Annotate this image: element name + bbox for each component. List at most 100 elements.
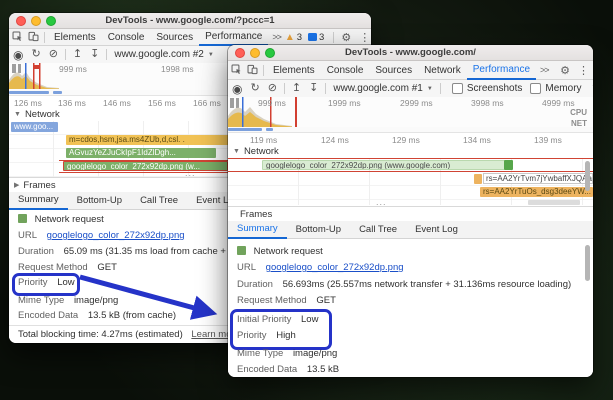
load-profile-icon[interactable]: ↥	[288, 83, 305, 94]
pane-resize-handle[interactable]: ...	[185, 169, 196, 178]
summary-pane: Network request URL googlelogo_color_272…	[228, 239, 593, 377]
more-tabs-icon[interactable]: >>	[268, 32, 285, 42]
devtools-tabbar: Elements Console Sources Performance >> …	[9, 29, 371, 46]
close-window-button[interactable]	[16, 15, 26, 26]
divider	[64, 49, 66, 60]
summary-duration-row: Duration 56.693ms (25.557ms network tran…	[237, 279, 572, 290]
summary-method-row: Request Method GET	[18, 262, 117, 273]
summary-url-row: URL googlelogo_color_272x92dp.png	[18, 230, 185, 241]
network-request-color-swatch	[18, 214, 27, 223]
timeline-overview[interactable]: 999 ms 1999 ms 2999 ms 3998 ms 4999 ms C…	[228, 97, 593, 128]
triangle-down-icon: ▼	[14, 111, 21, 118]
summary-priority-row: Priority High	[237, 330, 296, 341]
clear-button[interactable]: ⊘	[45, 49, 62, 60]
tab-bottom-up[interactable]: Bottom-Up	[287, 221, 350, 238]
kebab-menu-icon[interactable]: ⋮	[574, 64, 593, 77]
summary-legend: Network request	[18, 214, 104, 225]
memory-checkbox[interactable]: Memory	[530, 83, 582, 94]
screenshots-checkbox[interactable]: Screenshots	[451, 83, 522, 94]
network-section-header[interactable]: ▼ Network	[228, 145, 593, 158]
network-request-label[interactable]: rs=AA2YrTvm7jYwbaffXJQAa...	[483, 173, 593, 184]
reload-and-record-button[interactable]: ↻	[246, 83, 263, 94]
settings-gear-icon[interactable]: ⚙	[556, 64, 574, 77]
bar-end-cap	[504, 160, 513, 170]
trash-icon[interactable]	[589, 83, 593, 94]
tab-performance[interactable]: Performance	[466, 60, 537, 80]
network-request-bar[interactable]: AGvuzYeZJuCkIpF1IdZlDgh...	[66, 148, 216, 158]
more-tabs-icon[interactable]: >>	[536, 65, 553, 75]
tab-performance[interactable]: Performance	[199, 28, 269, 46]
tab-console[interactable]: Console	[102, 29, 151, 45]
tab-elements[interactable]: Elements	[267, 61, 321, 79]
desktop-background: DevTools - www.google.com/?pccc=1 Elemen…	[0, 0, 613, 400]
issues-icon	[308, 33, 318, 41]
save-profile-icon[interactable]: ↧	[86, 49, 103, 60]
tab-network[interactable]: Network	[418, 61, 467, 79]
settings-gear-icon[interactable]: ⚙	[337, 31, 355, 44]
profile-select[interactable]: www.google.com #2 ▼	[110, 49, 217, 60]
network-request-bar[interactable]: rs=AA2YrTuOs_dsg3deeYW...	[480, 187, 593, 197]
inspect-element-icon[interactable]	[9, 31, 25, 42]
window-title: DevTools - www.google.com/?pccc=1	[105, 15, 275, 26]
load-profile-icon[interactable]: ↥	[69, 49, 86, 60]
network-request-bar[interactable]	[474, 174, 482, 184]
divider	[263, 64, 264, 76]
device-toolbar-icon[interactable]	[25, 31, 41, 42]
window-title: DevTools - www.google.com/	[345, 47, 476, 58]
reload-and-record-button[interactable]: ↻	[27, 49, 44, 60]
close-window-button[interactable]	[235, 47, 245, 58]
clear-button[interactable]: ⊘	[264, 83, 281, 94]
titlebar: DevTools - www.google.com/?pccc=1	[9, 13, 371, 29]
summary-legend: Network request	[237, 246, 323, 257]
tab-call-tree[interactable]: Call Tree	[350, 221, 406, 238]
summary-encoded-row: Encoded Data 13.5 kB (from cache)	[18, 310, 177, 321]
issues-badge[interactable]: 3	[308, 32, 324, 43]
performance-toolbar: ◉ ↻ ⊘ ↥ ↧ www.google.com #1 ▼ Screenshot…	[228, 80, 593, 98]
cpu-overview-chart	[9, 63, 59, 89]
tab-sources[interactable]: Sources	[369, 61, 418, 79]
minimize-window-button[interactable]	[250, 47, 260, 58]
warnings-badge[interactable]: ▲ 3	[285, 32, 302, 43]
selection-line	[228, 158, 593, 159]
url-link[interactable]: googlelogo_color_272x92dp.png	[266, 262, 404, 273]
network-request-color-swatch	[237, 246, 246, 255]
tab-summary[interactable]: Summary	[228, 220, 287, 239]
network-row-partial	[528, 200, 580, 205]
chevron-down-icon: ▼	[426, 85, 433, 92]
kebab-menu-icon[interactable]: ⋮	[355, 31, 371, 44]
pane-resize-handle[interactable]: ...	[376, 198, 387, 207]
tab-event-log[interactable]: Event Log	[406, 221, 467, 238]
checkbox-icon	[451, 83, 463, 94]
chevron-down-icon: ▼	[207, 51, 214, 58]
record-button[interactable]: ◉	[228, 83, 246, 95]
summary-url-row: URL googlelogo_color_272x92dp.png	[237, 262, 404, 273]
tab-sources[interactable]: Sources	[150, 29, 199, 45]
divider	[333, 31, 335, 43]
checkbox-icon	[530, 83, 542, 94]
summary-scrollbar-thumb[interactable]	[585, 245, 590, 281]
titlebar: DevTools - www.google.com/	[228, 45, 593, 61]
network-request-bar-selected[interactable]: googlelogo_color_272x92dp.png (w...	[63, 161, 228, 171]
device-toolbar-icon[interactable]	[244, 64, 260, 75]
tab-call-tree[interactable]: Call Tree	[131, 192, 187, 209]
record-button[interactable]: ◉	[9, 49, 27, 61]
zoom-window-button[interactable]	[265, 47, 275, 58]
network-request-bar[interactable]: m=cdos,hsm,jsa.ms4ZUb,d,csl. .	[66, 135, 229, 145]
divider	[283, 83, 285, 94]
tab-summary[interactable]: Summary	[9, 191, 68, 210]
tab-console[interactable]: Console	[321, 61, 370, 79]
inspect-element-icon[interactable]	[228, 64, 244, 75]
profile-select[interactable]: www.google.com #1 ▼	[329, 83, 436, 94]
network-request-bar-selected[interactable]: googlelogo_color_272x92dp.png (www.googl…	[262, 160, 505, 170]
warning-icon: ▲	[284, 31, 295, 43]
network-scrollbar-thumb[interactable]	[585, 161, 590, 191]
zoom-window-button[interactable]	[46, 15, 56, 26]
tab-bottom-up[interactable]: Bottom-Up	[68, 192, 131, 209]
front-devtools-window: DevTools - www.google.com/ Elements Cons…	[228, 45, 593, 377]
minimize-window-button[interactable]	[31, 15, 41, 26]
network-request-bar[interactable]: www.goo...	[11, 122, 58, 132]
save-profile-icon[interactable]: ↧	[305, 83, 322, 94]
tab-elements[interactable]: Elements	[48, 29, 102, 45]
url-link[interactable]: googlelogo_color_272x92dp.png	[47, 230, 185, 241]
summary-initial-priority-row: Initial Priority Low	[237, 314, 319, 325]
